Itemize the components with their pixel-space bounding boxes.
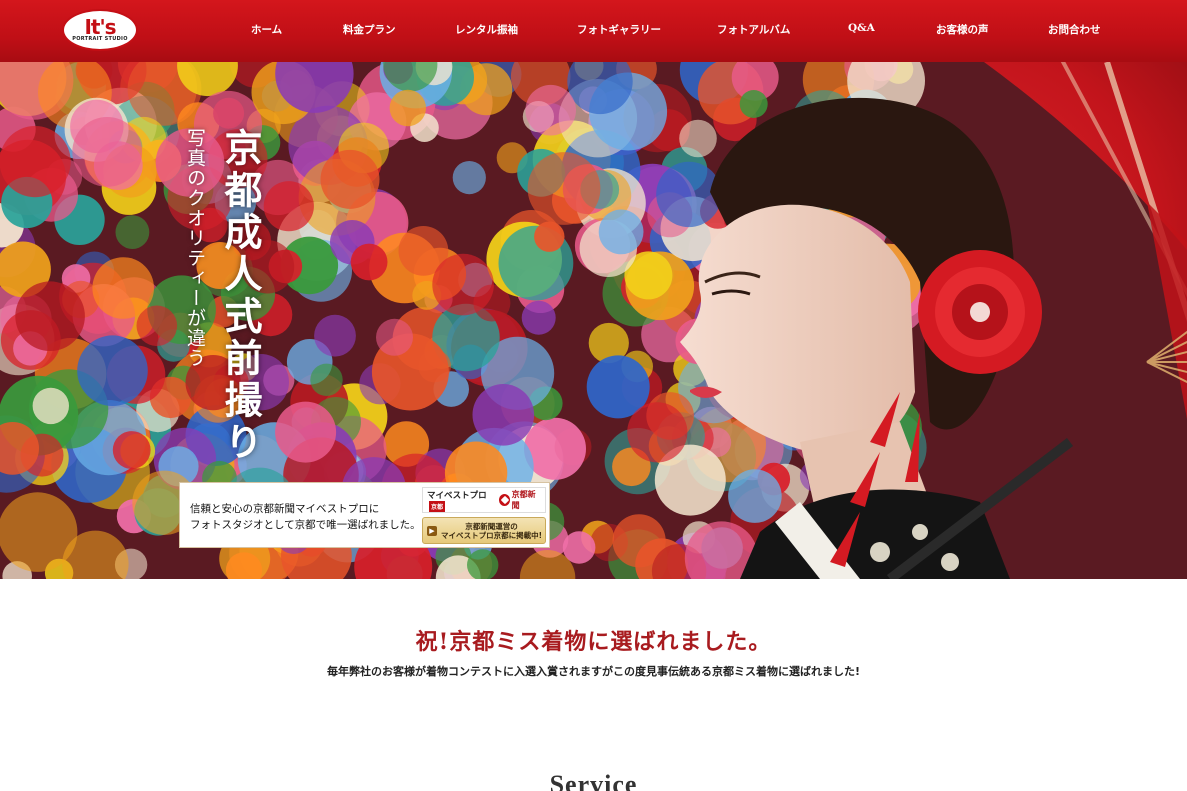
bokeh-ball xyxy=(452,161,486,195)
bokeh-ball xyxy=(275,401,337,463)
bokeh-ball xyxy=(472,384,535,446)
nav-item-home[interactable]: ホーム xyxy=(251,22,282,40)
miss-kimono-headline: 祝!京都ミス着物に選ばれました。 xyxy=(415,629,772,655)
bokeh-ball xyxy=(314,314,356,357)
hero-title-block: 京都成人式前撮り 写真のクオリティーが違う xyxy=(178,128,268,528)
bokeh-ball xyxy=(525,84,576,136)
bokeh-ball xyxy=(376,318,413,356)
bokeh-ball xyxy=(32,387,69,425)
nav-item-photo-gallery[interactable]: フォトギャラリー xyxy=(577,22,661,40)
nav-item-rental-furisode[interactable]: レンタル振袖 xyxy=(455,22,518,40)
hero-banner: 京都成人式前撮り 写真のクオリティーが違う 信頼と安心の京都新聞マイベストプロに… xyxy=(0,62,1187,579)
mybestpro-logo-text: マイベストプロ xyxy=(427,490,487,501)
miss-kimono-description: 毎年弊社のお客様が着物コンテストに入選入賞されますがこの度見事伝統ある京都ミス着… xyxy=(326,665,860,678)
mybestpro-logo: マイベストプロ京都 xyxy=(427,489,499,512)
bokeh-ball xyxy=(598,209,644,255)
mybestpro-badge: 信頼と安心の京都新聞マイベストプロに フォトスタジオとして京都で唯一選ばれました… xyxy=(179,482,550,548)
nav-item-testimonials[interactable]: お客様の声 xyxy=(936,22,989,40)
bokeh-ball xyxy=(527,152,601,225)
bokeh-ball xyxy=(432,253,494,316)
bokeh-ball xyxy=(72,117,143,187)
bokeh-ball xyxy=(263,181,314,232)
mybestpro-link-button[interactable]: ▶ 京都新聞運営の マイベストプロ京都に掲載中! xyxy=(422,517,546,544)
bokeh-ball xyxy=(112,431,151,469)
hero-subtitle: 写真のクオリティーが違う xyxy=(184,128,206,368)
bokeh-ball xyxy=(0,126,71,198)
bokeh-ball xyxy=(115,215,150,250)
badge-text-line-1: 信頼と安心の京都新聞マイベストプロに xyxy=(190,503,380,515)
kyoto-shimbun-logo-text: 京都新聞 xyxy=(511,490,536,510)
nav-item-contact[interactable]: お問合わせ xyxy=(1048,22,1101,40)
badge-logos: マイベストプロ京都 京都新聞 xyxy=(422,487,546,513)
mybestpro-logo-tag: 京都 xyxy=(429,500,446,512)
badge-text-line-2: フォトスタジオとして京都で唯一選ばれました。 xyxy=(190,519,421,531)
mybestpro-link-label-line-2: マイベストプロ京都に掲載中! xyxy=(441,530,543,540)
nav-item-pricing[interactable]: 料金プラン xyxy=(343,22,396,40)
mybestpro-link-label: 京都新聞運営の マイベストプロ京都に掲載中! xyxy=(441,522,542,540)
bokeh-ball xyxy=(92,257,154,319)
bokeh-ball xyxy=(310,363,343,396)
bokeh-ball xyxy=(389,89,426,127)
site-header: It's PORTRAIT STUDIO ホーム 料金プラン レンタル振袖 フォ… xyxy=(0,0,1187,62)
kyoto-shimbun-logo: 京都新聞 xyxy=(498,489,541,511)
main-nav: ホーム 料金プラン レンタル振袖 フォトギャラリー フォトアルバム Q&A お客… xyxy=(0,0,1187,62)
nav-item-photo-album[interactable]: フォトアルバム xyxy=(717,22,790,40)
kyoto-shimbun-mark-icon xyxy=(498,494,510,506)
badge-text: 信頼と安心の京都新聞マイベストプロに フォトスタジオとして京都で唯一選ばれました… xyxy=(190,501,430,533)
mybestpro-link-label-line-1: 京都新聞運営の xyxy=(465,521,518,531)
bokeh-ball xyxy=(521,300,556,335)
hero-title: 京都成人式前撮り xyxy=(218,128,263,464)
model-portrait-image xyxy=(680,97,1074,579)
bokeh-ball xyxy=(15,281,85,351)
service-heading: Service xyxy=(549,770,638,791)
bokeh-ball xyxy=(77,335,148,407)
nav-item-qa[interactable]: Q&A xyxy=(848,22,875,40)
bokeh-ball xyxy=(350,243,388,281)
bokeh-ball xyxy=(534,221,565,252)
bokeh-ball xyxy=(320,149,380,209)
arrow-right-icon: ▶ xyxy=(427,525,437,536)
